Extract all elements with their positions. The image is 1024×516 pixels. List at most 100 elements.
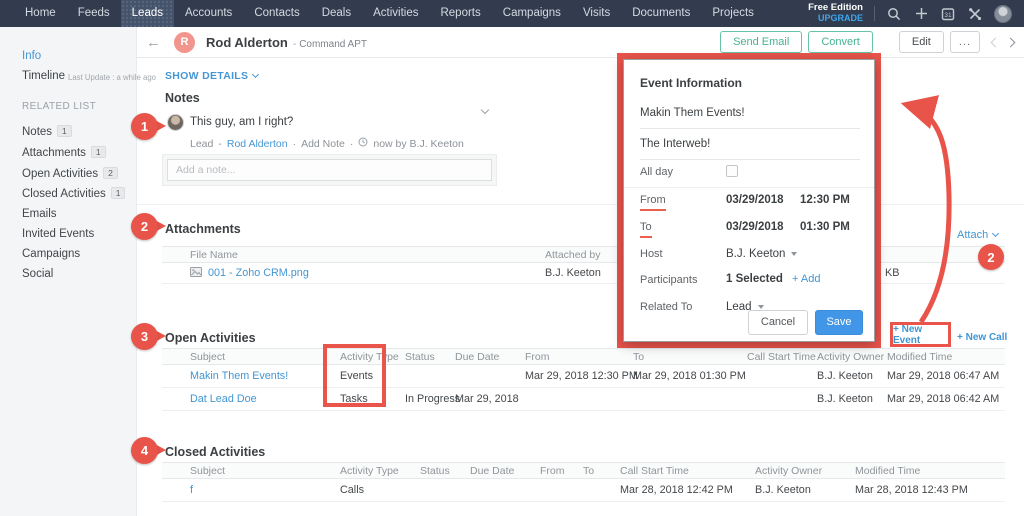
sidebar-item-label: Closed Activities xyxy=(22,188,106,200)
prev-record-icon[interactable] xyxy=(990,37,1001,47)
convert-button[interactable]: Convert xyxy=(808,31,873,53)
send-email-button[interactable]: Send Email xyxy=(720,31,803,53)
sidebar-item-invited-events[interactable]: Invited Events xyxy=(22,228,94,240)
new-event-link[interactable]: + New Event xyxy=(893,324,948,346)
modal-divider xyxy=(624,187,874,188)
nav-item-accounts[interactable]: Accounts xyxy=(174,0,243,27)
col-status: Status xyxy=(405,350,435,363)
note-text: This guy, am I right? xyxy=(190,116,294,128)
annotation-circle-2: 2 xyxy=(978,244,1004,270)
closed-activity-row: f Calls Mar 28, 2018 12:42 PM B.J. Keeto… xyxy=(162,479,1005,502)
event-location-field[interactable]: The Interweb! xyxy=(640,138,860,160)
notes-collapse-icon[interactable] xyxy=(480,100,490,118)
sidebar-item-open-activities[interactable]: Open Activities 2 xyxy=(22,167,118,180)
add-participant-link[interactable]: + Add xyxy=(792,273,820,285)
nav-item-reports[interactable]: Reports xyxy=(429,0,491,27)
from-date-field[interactable]: 03/29/2018 xyxy=(726,194,784,206)
col-activity-owner: Activity Owner xyxy=(817,350,885,363)
edit-button[interactable]: Edit xyxy=(898,31,944,53)
sidebar-item-attachments[interactable]: Attachments 1 xyxy=(22,146,106,159)
activity-modified: Mar 29, 2018 06:47 AM xyxy=(887,370,1000,382)
attach-label: Attach xyxy=(957,229,989,241)
annotation-box-activity-type-column xyxy=(323,344,386,407)
sidebar-item-emails[interactable]: Emails xyxy=(22,208,57,220)
chevron-down-icon xyxy=(252,70,260,79)
nav-item-leads[interactable]: Leads xyxy=(120,0,174,27)
from-time-field[interactable]: 12:30 PM xyxy=(800,194,850,206)
event-title-field[interactable]: Makin Them Events! xyxy=(640,107,860,129)
nav-item-campaigns[interactable]: Campaigns xyxy=(492,0,572,27)
nav-item-projects[interactable]: Projects xyxy=(701,0,765,27)
host-label: Host xyxy=(640,248,663,260)
col-from: From xyxy=(540,464,565,477)
more-actions-button[interactable]: ... xyxy=(949,31,980,53)
sidebar-item-label: Open Activities xyxy=(22,168,99,180)
all-day-checkbox[interactable] xyxy=(726,165,738,177)
caret-down-icon xyxy=(791,252,798,256)
upgrade-link[interactable]: UPGRADE xyxy=(808,13,863,24)
note-meta-record-link[interactable]: Rod Alderton xyxy=(227,138,288,150)
cancel-button[interactable]: Cancel xyxy=(748,310,808,335)
activity-subject-link[interactable]: f xyxy=(190,484,193,496)
to-date-field[interactable]: 03/29/2018 xyxy=(726,221,784,233)
sidebar-item-campaigns[interactable]: Campaigns xyxy=(22,248,80,260)
plus-icon[interactable] xyxy=(913,6,929,22)
col-subject: Subject xyxy=(190,464,226,477)
activity-subject-link[interactable]: Dat Lead Doe xyxy=(190,393,257,405)
attachment-file-link[interactable]: 001 - Zoho CRM.png xyxy=(208,267,309,279)
annotation-marker-3: 3 xyxy=(131,323,166,350)
host-dropdown[interactable]: B.J. Keeton xyxy=(726,248,798,260)
col-to: To xyxy=(633,350,645,363)
back-arrow-icon[interactable]: ← xyxy=(146,34,161,51)
activity-status: In Progress xyxy=(405,393,461,405)
nav-item-contacts[interactable]: Contacts xyxy=(243,0,310,27)
record-name: Rod Alderton xyxy=(206,34,288,50)
search-icon[interactable] xyxy=(886,6,902,22)
to-time-field[interactable]: 01:30 PM xyxy=(800,221,850,233)
sidebar-item-label: Notes xyxy=(22,126,53,138)
nav-item-home[interactable]: Home xyxy=(14,0,67,27)
add-note-link[interactable]: Add Note xyxy=(301,138,345,150)
participants-value: 1 Selected xyxy=(726,273,783,285)
attach-link[interactable]: Attach xyxy=(957,229,1000,241)
open-activity-row: Makin Them Events! Events Mar 29, 2018 1… xyxy=(162,365,1005,388)
note-meta-dash: - xyxy=(218,137,222,150)
annotation-marker-4: 4 xyxy=(131,437,166,464)
user-avatar[interactable] xyxy=(994,4,1012,23)
save-button[interactable]: Save xyxy=(815,310,863,335)
note-meta: Lead - Rod Alderton · Add Note · now by … xyxy=(190,137,464,150)
col-due-date: Due Date xyxy=(470,464,515,477)
participants-label: Participants xyxy=(640,274,698,286)
show-details-link[interactable]: SHOW DETAILS xyxy=(165,70,260,82)
record-avatar[interactable]: R xyxy=(174,31,195,53)
sidebar-item-social[interactable]: Social xyxy=(22,268,53,280)
all-day-label: All day xyxy=(640,166,674,178)
sidebar-item-notes[interactable]: Notes 1 xyxy=(22,125,72,138)
sidebar-item-closed-activities[interactable]: Closed Activities 1 xyxy=(22,187,126,200)
nav-item-feeds[interactable]: Feeds xyxy=(67,0,121,27)
open-activity-row: Dat Lead Doe Tasks In Progress Mar 29, 2… xyxy=(162,388,1005,411)
annotation-marker-1: 1 xyxy=(131,113,166,140)
nav-item-visits[interactable]: Visits xyxy=(572,0,621,27)
col-modified-time: Modified Time xyxy=(855,464,921,477)
related-list-title: RELATED LIST xyxy=(22,101,97,112)
timeline-last-update: Last Update : a while ago xyxy=(68,73,156,82)
sidebar-item-timeline[interactable]: Timeline xyxy=(22,70,65,82)
open-activities-section-title: Open Activities xyxy=(165,331,256,345)
annotation-marker-2: 2 xyxy=(131,213,166,240)
note-meta-dot: · xyxy=(349,137,354,150)
annotation-box-new-event: + New Event xyxy=(890,322,951,347)
sidebar-item-info[interactable]: Info xyxy=(22,50,41,62)
nav-item-activities[interactable]: Activities xyxy=(362,0,429,27)
col-activity-type: Activity Type xyxy=(340,464,399,477)
activity-subject-link[interactable]: Makin Them Events! xyxy=(190,370,288,382)
tools-icon[interactable] xyxy=(967,6,983,22)
new-call-link[interactable]: + New Call xyxy=(957,332,1007,343)
nav-item-documents[interactable]: Documents xyxy=(621,0,701,27)
calendar-icon[interactable]: 31 xyxy=(940,6,956,22)
next-record-icon[interactable] xyxy=(1005,37,1016,47)
add-note-input[interactable] xyxy=(167,159,492,181)
activity-from: Mar 29, 2018 12:30 PM xyxy=(525,370,638,382)
activity-due: Mar 29, 2018 xyxy=(455,393,519,405)
nav-item-deals[interactable]: Deals xyxy=(311,0,362,27)
